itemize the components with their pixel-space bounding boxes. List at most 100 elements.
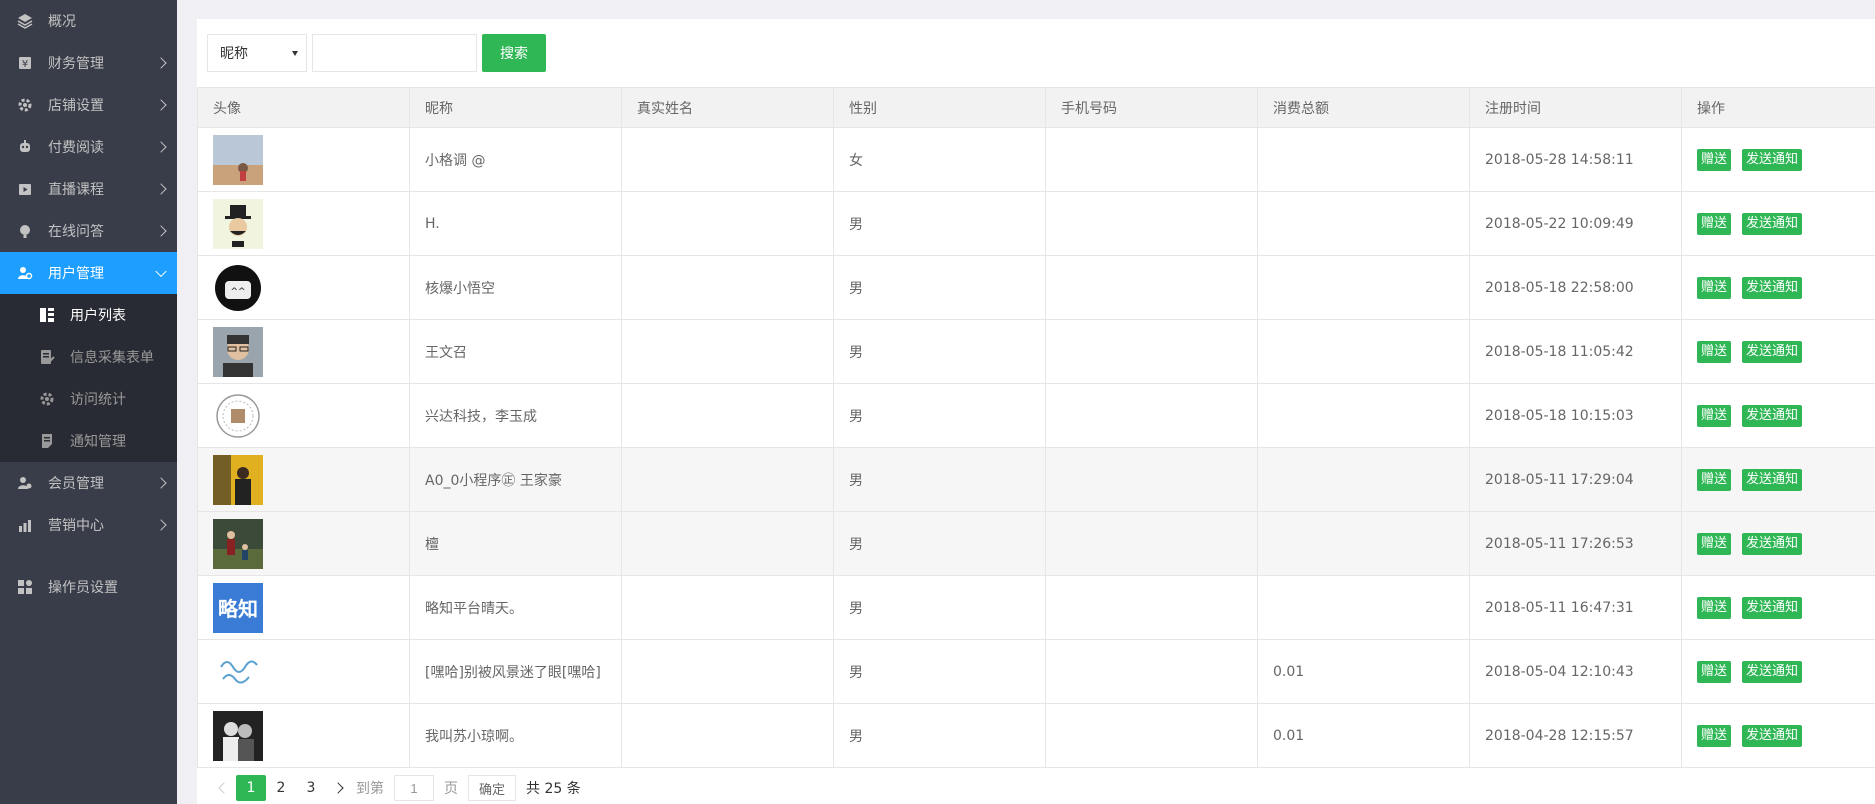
cell-real-name — [621, 639, 834, 704]
send-notification-button[interactable]: 发送通知 — [1742, 212, 1803, 235]
cell-real-name — [621, 383, 834, 448]
sidebar-item-online-qa[interactable]: 在线问答 — [0, 210, 177, 252]
cell-gender: 男 — [833, 703, 1046, 768]
avatar[interactable] — [213, 326, 263, 377]
search-field-select[interactable]: 昵称 — [207, 34, 307, 72]
send-notification-button[interactable]: 发送通知 — [1742, 724, 1803, 747]
cell-gender: 男 — [833, 191, 1046, 256]
sidebar-item-paid-reading[interactable]: 付费阅读 — [0, 126, 177, 168]
send-notification-button[interactable]: 发送通知 — [1742, 596, 1803, 619]
sidebar: 概况 ¥ 财务管理 店铺设置 付费阅读 直播课程 在线问答 用户管理 用户列表 … — [0, 0, 177, 804]
goto-confirm-button[interactable]: 确定 — [468, 775, 517, 801]
col-gender: 性别 — [833, 87, 1046, 128]
send-notification-button[interactable]: 发送通知 — [1742, 660, 1803, 683]
sidebar-item-operator-settings[interactable]: 操作员设置 — [0, 566, 177, 608]
avatar[interactable] — [213, 518, 263, 569]
sidebar-item-label: 用户列表 — [70, 308, 126, 324]
sidebar-item-marketing[interactable]: 营销中心 — [0, 504, 177, 546]
send-notification-button[interactable]: 发送通知 — [1742, 148, 1803, 171]
sidebar-item-overview[interactable]: 概况 — [0, 0, 177, 42]
gift-button[interactable]: 赠送 — [1697, 532, 1732, 555]
sidebar-item-info-form[interactable]: 信息采集表单 — [0, 336, 177, 378]
cell-actions: 赠送 发送通知 — [1681, 511, 1875, 576]
gift-button[interactable]: 赠送 — [1697, 148, 1732, 171]
send-notification-button[interactable]: 发送通知 — [1742, 276, 1803, 299]
cell-phone — [1045, 575, 1258, 640]
chevron-right-icon — [155, 141, 167, 153]
finance-icon: ¥ — [17, 55, 33, 71]
cell-gender: 男 — [833, 447, 1046, 512]
cell-actions: 赠送 发送通知 — [1681, 383, 1875, 448]
send-notification-button[interactable]: 发送通知 — [1742, 532, 1803, 555]
search-toolbar: 昵称 搜索 — [197, 19, 1875, 87]
page-2[interactable]: 2 — [266, 775, 296, 801]
gift-button[interactable]: 赠送 — [1697, 404, 1732, 427]
avatar[interactable]: 略知 — [213, 582, 263, 633]
send-notification-button[interactable]: 发送通知 — [1742, 468, 1803, 491]
prev-page-button[interactable] — [212, 776, 236, 800]
gift-button[interactable]: 赠送 — [1697, 212, 1732, 235]
table-header-row: 头像 昵称 真实姓名 性别 手机号码 消费总额 注册时间 操作 — [197, 87, 1875, 128]
table-row[interactable]: 兴达科技，李玉成男 2018-05-18 10:15:03 赠送 发送通知 — [197, 383, 1875, 448]
table-row[interactable]: 略知 略知平台晴天。男 2018-05-11 16:47:31 赠送 发送通知 — [197, 575, 1875, 640]
sidebar-item-live-courses[interactable]: 直播课程 — [0, 168, 177, 210]
main-panel: 昵称 搜索 头像 昵称 真实姓名 性别 手机号码 消费总额 注册时间 操作 小格… — [197, 19, 1875, 804]
avatar[interactable] — [213, 134, 263, 185]
sidebar-item-member-mgmt[interactable]: 会员管理 — [0, 462, 177, 504]
cell-actions: 赠送 发送通知 — [1681, 575, 1875, 640]
gift-button[interactable]: 赠送 — [1697, 468, 1732, 491]
table-row[interactable]: A0_0小程序㊣ 王家豪男 2018-05-11 17:29:04 赠送 发送通知 — [197, 447, 1875, 512]
sidebar-item-label: 财务管理 — [48, 56, 104, 72]
send-notification-button[interactable]: 发送通知 — [1742, 340, 1803, 363]
table-row[interactable]: H. 男 2018-05-22 10:09:49 赠送 发送通知 — [197, 191, 1875, 256]
cell-total-spent — [1257, 447, 1470, 512]
table-row[interactable]: 我叫苏小琼啊。男 0.01 2018-04-28 12:15:57 赠送 发送通知 — [197, 703, 1875, 768]
cell-phone — [1045, 127, 1258, 192]
cell-gender: 男 — [833, 319, 1046, 384]
member-icon — [17, 475, 33, 491]
page-3[interactable]: 3 — [296, 775, 326, 801]
sidebar-item-label: 通知管理 — [70, 434, 126, 450]
search-input[interactable] — [312, 34, 477, 72]
sidebar-item-visit-stats[interactable]: 访问统计 — [0, 378, 177, 420]
gift-button[interactable]: 赠送 — [1697, 340, 1732, 363]
cell-register-time: 2018-05-11 16:47:31 — [1469, 575, 1682, 640]
gift-button[interactable]: 赠送 — [1697, 276, 1732, 299]
avatar[interactable]: ^^ — [213, 262, 263, 313]
sidebar-item-label: 概况 — [48, 14, 76, 30]
avatar[interactable] — [213, 454, 263, 505]
gift-button[interactable]: 赠送 — [1697, 660, 1732, 683]
cell-nickname: 王文召 — [409, 319, 622, 384]
gift-button[interactable]: 赠送 — [1697, 596, 1732, 619]
sidebar-item-user-management[interactable]: 用户管理 — [0, 252, 177, 294]
table-row[interactable]: 小格调 @ 女 2018-05-28 14:58:11 赠送 发送通知 — [197, 127, 1875, 192]
search-button[interactable]: 搜索 — [482, 34, 546, 72]
cell-gender: 男 — [833, 575, 1046, 640]
next-page-button[interactable] — [326, 776, 350, 800]
svg-text:¥: ¥ — [22, 59, 28, 70]
send-notification-button[interactable]: 发送通知 — [1742, 404, 1803, 427]
table-row[interactable]: ^^ 核爆小悟空男 2018-05-18 22:58:00 赠送 发送通知 — [197, 255, 1875, 320]
avatar[interactable] — [213, 646, 263, 697]
caret-down-icon — [292, 51, 298, 56]
sidebar-item-label: 付费阅读 — [48, 140, 104, 156]
sidebar-item-finance[interactable]: ¥ 财务管理 — [0, 42, 177, 84]
sidebar-item-label: 在线问答 — [48, 224, 104, 240]
table-row[interactable]: [嘿哈]别被风景迷了眼[嘿哈] 男 0.01 2018-05-04 12:10:43 赠… — [197, 639, 1875, 704]
avatar[interactable] — [213, 390, 263, 441]
avatar[interactable] — [213, 198, 263, 249]
sidebar-item-notify-mgmt[interactable]: 通知管理 — [0, 420, 177, 462]
cell-actions: 赠送 发送通知 — [1681, 255, 1875, 320]
sidebar-item-user-list[interactable]: 用户列表 — [0, 294, 177, 336]
table-row[interactable]: 檀男 2018-05-11 17:26:53 赠送 发送通知 — [197, 511, 1875, 576]
cell-nickname: 檀 — [409, 511, 622, 576]
page-1[interactable]: 1 — [236, 775, 266, 801]
avatar[interactable] — [213, 710, 263, 761]
chevron-left-icon — [218, 782, 230, 794]
gift-button[interactable]: 赠送 — [1697, 724, 1732, 747]
goto-page-input[interactable] — [394, 775, 434, 801]
sidebar-item-store-settings[interactable]: 店铺设置 — [0, 84, 177, 126]
table-row[interactable]: 王文召男 2018-05-18 11:05:42 赠送 发送通知 — [197, 319, 1875, 384]
cell-real-name — [621, 703, 834, 768]
cell-phone — [1045, 703, 1258, 768]
